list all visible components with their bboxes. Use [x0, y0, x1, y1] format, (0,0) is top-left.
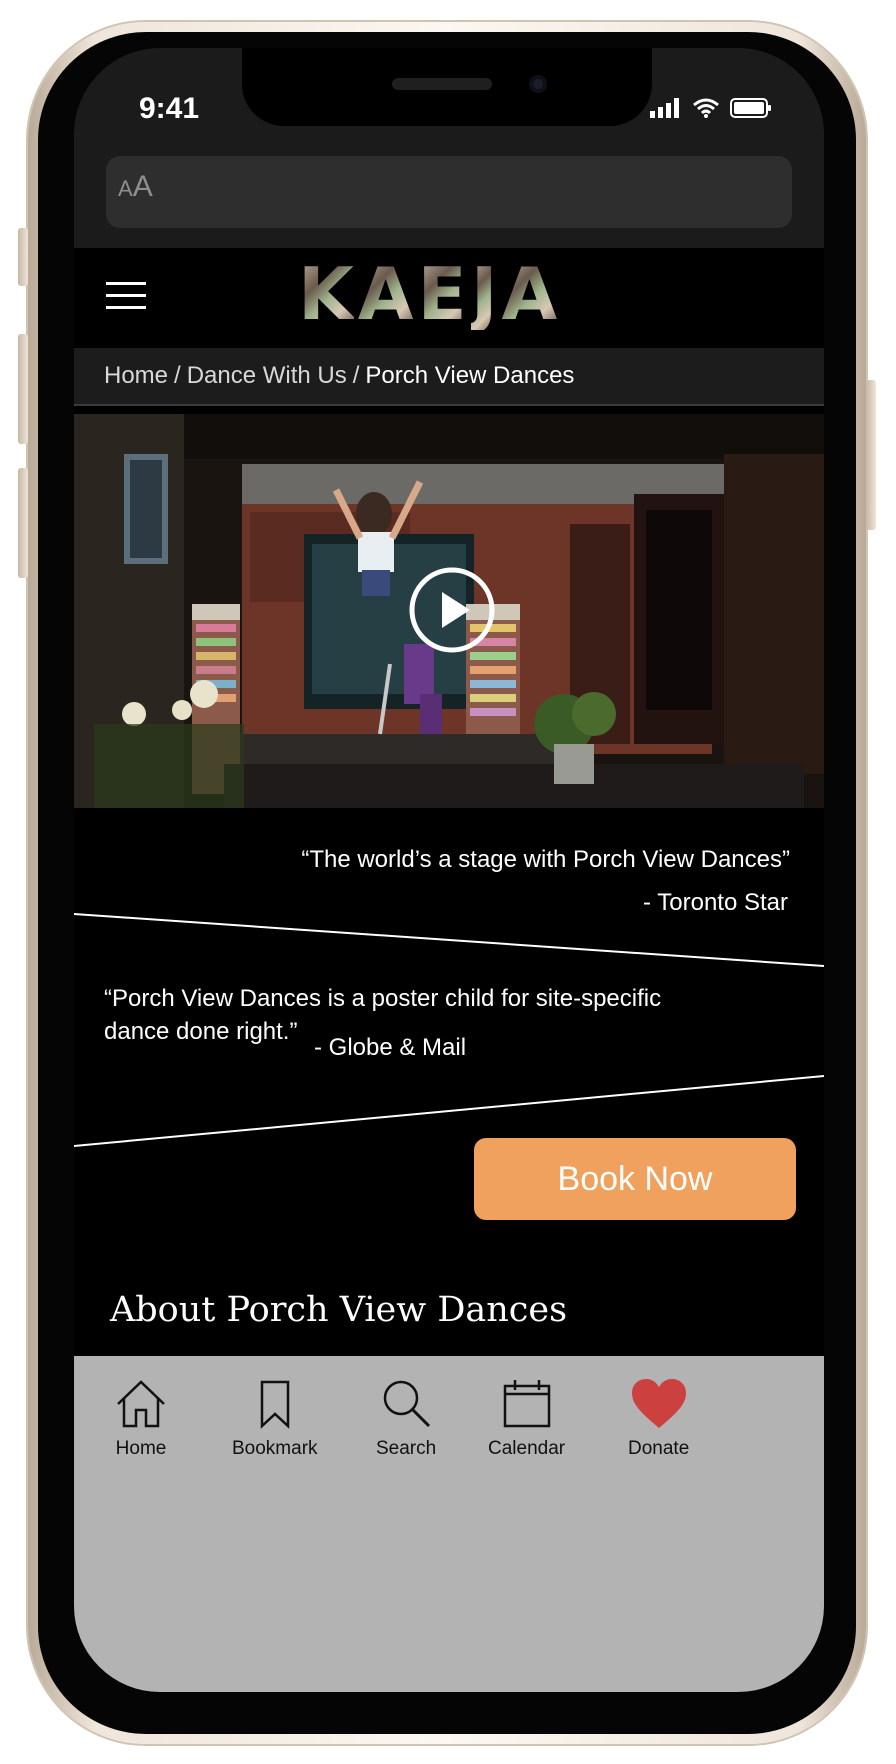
signal-icon [650, 98, 679, 118]
text-size-small-a: A [118, 176, 133, 201]
wifi-icon [693, 98, 719, 118]
speaker-grille [392, 78, 492, 90]
hero-video[interactable] [74, 414, 824, 808]
tab-label: Calendar [488, 1438, 566, 1459]
tab-label: Search [376, 1438, 437, 1459]
tab-label: Home [115, 1438, 167, 1459]
logo-letter: E [417, 252, 467, 336]
tab-bar: Home Bookmark Search Calendar Donate [74, 1356, 824, 1692]
press-quote: “The world’s a stage with Porch View Dan… [301, 846, 790, 873]
home-icon [117, 1380, 165, 1428]
bookmark-icon [260, 1380, 290, 1429]
breadcrumb-current: Porch View Dances [365, 362, 575, 389]
status-icons [650, 98, 772, 118]
breadcrumb: Home / Dance With Us / Porch View Dances [74, 348, 824, 406]
breadcrumb-dance-link[interactable]: Dance With Us [187, 362, 347, 390]
kaeja-logo[interactable]: K A E J A [298, 258, 557, 330]
tab-home[interactable]: Home [114, 1378, 168, 1460]
power-button [866, 380, 876, 530]
about-heading: About Porch View Dances [110, 1290, 568, 1330]
mute-switch [18, 228, 28, 286]
book-now-button[interactable]: Book Now [474, 1138, 796, 1220]
logo-letter: J [470, 252, 498, 336]
front-camera [529, 75, 547, 93]
tab-label: Bookmark [232, 1438, 318, 1459]
tab-donate[interactable]: Donate [628, 1378, 689, 1460]
volume-up-button [18, 334, 28, 444]
tab-bookmark[interactable]: Bookmark [232, 1378, 318, 1460]
tab-label: Donate [628, 1438, 690, 1459]
play-icon[interactable] [408, 566, 496, 654]
text-size-button[interactable]: AA [118, 170, 153, 204]
breadcrumb-separator: / [174, 362, 181, 389]
site-header: K A E J A [74, 248, 824, 346]
logo-letter: A [357, 252, 414, 336]
url-bar[interactable]: AA [106, 156, 792, 228]
breadcrumb-home-link[interactable]: Home [104, 362, 168, 390]
tab-calendar[interactable]: Calendar [488, 1378, 565, 1460]
notch [242, 48, 652, 126]
breadcrumb-separator: / [352, 362, 360, 389]
battery-icon [730, 98, 771, 118]
logo-letter: K [298, 252, 354, 336]
heart-icon [631, 1379, 686, 1428]
calendar-icon [503, 1380, 550, 1428]
text-size-large-a: A [132, 170, 153, 203]
status-time: 9:41 [139, 92, 200, 125]
volume-down-button [18, 468, 28, 578]
screen: 9:41 AA K A E J A Home / Dance With Us /… [74, 48, 824, 1692]
tab-search[interactable]: Search [376, 1378, 436, 1460]
hamburger-menu-icon[interactable] [106, 280, 146, 312]
press-quote-source: - Globe & Mail [314, 1034, 467, 1061]
logo-letter: A [501, 252, 558, 336]
search-icon [383, 1380, 431, 1428]
